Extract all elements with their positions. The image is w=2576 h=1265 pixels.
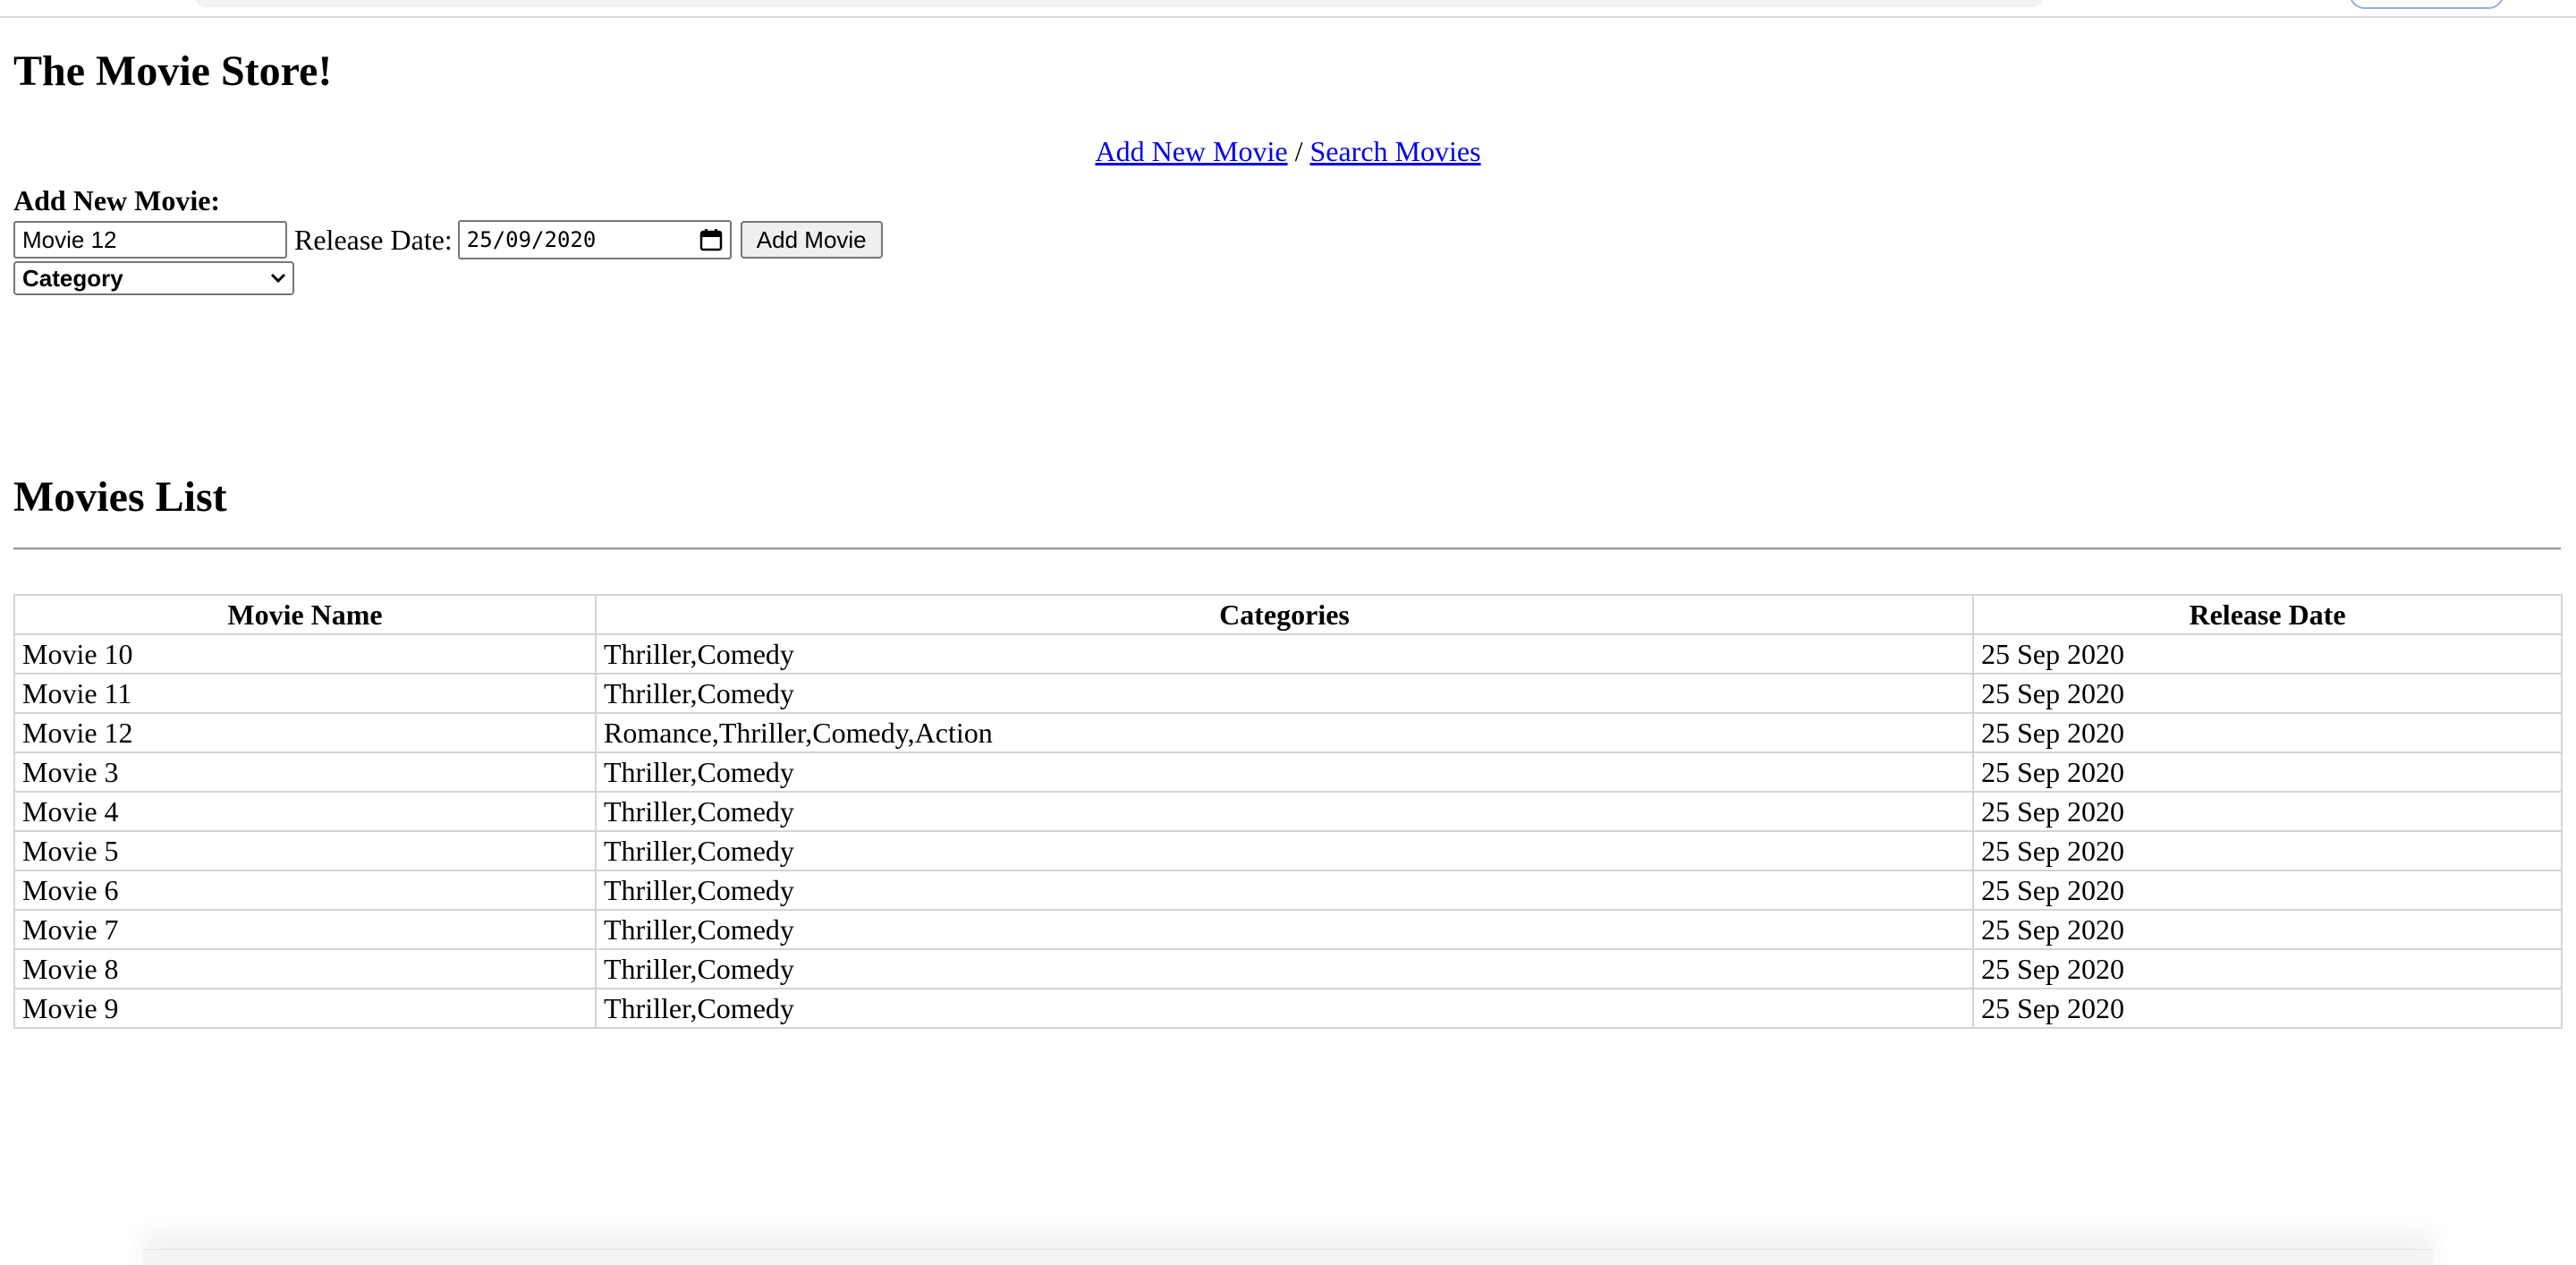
toolbar-button[interactable] xyxy=(2349,0,2504,9)
table-row: Movie 10 Thriller,Comedy 25 Sep 2020 xyxy=(15,635,2561,675)
release-date-cell: 25 Sep 2020 xyxy=(1974,871,2561,911)
add-movie-button[interactable]: Add Movie xyxy=(740,221,883,259)
table-row: Movie 3 Thriller,Comedy 25 Sep 2020 xyxy=(15,753,2561,793)
table-row: Movie 4 Thriller,Comedy 25 Sep 2020 xyxy=(15,793,2561,832)
address-bar[interactable] xyxy=(195,0,2043,5)
chevron-down-icon xyxy=(270,273,286,284)
categories-cell: Thriller,Comedy xyxy=(597,675,1974,714)
release-date-cell: 25 Sep 2020 xyxy=(1974,950,2561,989)
table-row: Movie 9 Thriller,Comedy 25 Sep 2020 xyxy=(15,989,2561,1027)
release-date-cell: 25 Sep 2020 xyxy=(1981,992,2124,1024)
nav-links: Add New Movie / Search Movies xyxy=(13,137,2563,166)
categories-cell: Thriller,Comedy xyxy=(597,871,1974,911)
page-title: The Movie Store! xyxy=(13,47,333,95)
movie-name-cell: Movie 8 xyxy=(15,950,597,989)
release-date-input[interactable]: 25/09/2020 xyxy=(457,220,732,259)
categories-cell: Thriller,Comedy xyxy=(597,989,1974,1027)
movie-name-cell: Movie 3 xyxy=(15,753,597,793)
movie-name-cell: Movie 5 xyxy=(15,832,597,871)
categories-cell: Thriller,Comedy xyxy=(597,832,1974,871)
table-row: Movie 12 Romance,Thriller,Comedy,Action … xyxy=(15,714,2561,753)
search-movies-link[interactable]: Search Movies xyxy=(1309,135,1480,167)
nav-separator: / xyxy=(1294,135,1303,167)
table-row: Movie 7 Thriller,Comedy 25 Sep 2020 xyxy=(15,911,2561,950)
column-header-release-date: Release Date xyxy=(1974,596,2561,635)
movie-name-input[interactable]: Movie 12 xyxy=(13,221,287,259)
category-selected-value: Category xyxy=(22,264,123,292)
divider xyxy=(13,548,2561,550)
movie-name-cell: Movie 4 xyxy=(15,793,597,832)
category-select[interactable]: Category xyxy=(13,261,294,295)
movie-name-cell: Movie 7 xyxy=(15,911,597,950)
release-date-cell: 25 Sep 2020 xyxy=(1974,714,2561,753)
movie-name-cell: Movie 12 xyxy=(15,714,597,753)
movie-name-cell: Movie 11 xyxy=(15,675,597,714)
movie-name-cell: Movie 10 xyxy=(15,635,597,675)
add-new-movie-link[interactable]: Add New Movie xyxy=(1095,135,1287,167)
column-header-movie-name: Movie Name xyxy=(15,596,597,635)
release-date-cell: 25 Sep 2020 xyxy=(1974,832,2561,871)
movie-name-cell: Movie 6 xyxy=(15,871,597,911)
release-date-cell: 25 Sep 2020 xyxy=(1974,911,2561,950)
browser-chrome xyxy=(0,0,2576,18)
table-row: Movie 5 Thriller,Comedy 25 Sep 2020 xyxy=(15,832,2561,871)
release-date-label: Release Date: xyxy=(294,224,453,256)
categories-cell: Thriller,Comedy xyxy=(597,911,1974,950)
release-date-cell: 25 Sep 2020 xyxy=(1974,753,2561,793)
release-date-cell: 25 Sep 2020 xyxy=(1974,675,2561,714)
table-row: Movie 11 Thriller,Comedy 25 Sep 2020 xyxy=(15,675,2561,714)
categories-cell: Thriller,Comedy xyxy=(597,635,1974,675)
bottom-panel-edge xyxy=(143,1249,2433,1265)
add-movie-heading: Add New Movie: xyxy=(13,184,221,216)
movies-table: Movie Name Categories Release Date Movie… xyxy=(13,594,2563,1029)
add-movie-form: Movie 12 Release Date: 25/09/2020 Add Mo… xyxy=(13,220,883,259)
categories-cell: Thriller,Comedy xyxy=(597,793,1974,832)
categories-cell: Thriller,Comedy xyxy=(597,753,1974,793)
column-header-categories: Categories xyxy=(597,596,1974,635)
categories-cell: Thriller,Comedy xyxy=(597,950,1974,989)
movies-list-title: Movies List xyxy=(13,473,227,521)
table-row: Movie 6 Thriller,Comedy 25 Sep 2020 xyxy=(15,871,2561,911)
release-date-cell: 25 Sep 2020 xyxy=(1974,635,2561,675)
movie-name-cell: Movie 9 xyxy=(15,989,597,1027)
table-header-row: Movie Name Categories Release Date xyxy=(15,596,2561,635)
release-date-cell: 25 Sep 2020 xyxy=(1974,793,2561,832)
release-date-value: 25/09/2020 xyxy=(466,227,597,252)
calendar-icon[interactable] xyxy=(699,228,723,251)
table-row: Movie 8 Thriller,Comedy 25 Sep 2020 xyxy=(15,950,2561,989)
categories-cell: Romance,Thriller,Comedy,Action xyxy=(597,714,1974,753)
